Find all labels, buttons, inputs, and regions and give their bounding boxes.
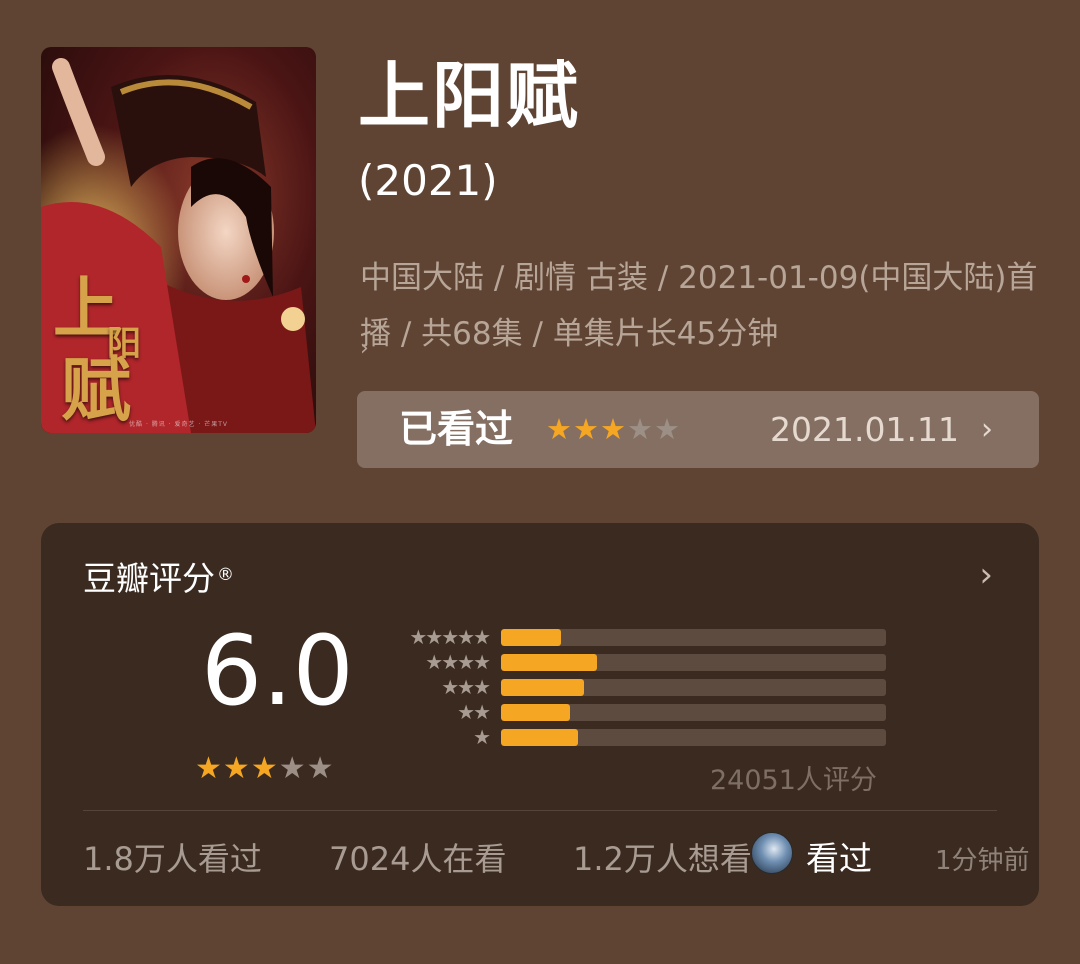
stat-want[interactable]: 1.2万人想看 <box>573 837 752 881</box>
movie-title: 上阳赋 <box>358 54 581 138</box>
distribution-bar-track <box>501 654 886 671</box>
distribution-stars-label: ★★★ <box>441 675 491 699</box>
star-icon: ★ <box>654 412 681 446</box>
distribution-bar-fill <box>501 629 561 646</box>
registered-mark: ® <box>217 565 234 585</box>
movie-year: (2021) <box>358 156 498 205</box>
watched-date: 2021.01.11 <box>770 410 959 449</box>
distribution-stars-label: ★★ <box>457 700 491 724</box>
rating-distribution: ★★★★★ ★★★★ ★★★ ★★ ★ <box>387 625 887 750</box>
star-icon: ★ <box>222 751 251 786</box>
distribution-row: ★★★★★ <box>387 625 887 650</box>
distribution-bar-fill <box>501 679 584 696</box>
poster-calligraphy-title: 上 阳 赋 <box>53 269 141 431</box>
watched-status-bar[interactable]: 已看过 ★★★★★ 2021.01.11 › <box>357 391 1039 468</box>
douban-rating-card[interactable]: 豆瓣评分 ® › 6.0 ★★★★★ ★★★★★ ★★★★ ★★★ ★★ ★ 24… <box>41 523 1039 906</box>
distribution-stars-label: ★ <box>473 725 491 749</box>
distribution-row: ★★★ <box>387 675 887 700</box>
rating-card-title: 豆瓣评分 ® <box>83 559 234 598</box>
star-icon: ★ <box>250 751 279 786</box>
chevron-right-icon: › <box>981 412 993 447</box>
distribution-row: ★★ <box>387 700 887 725</box>
star-icon: ★ <box>600 412 627 446</box>
stat-watching[interactable]: 7024人在看 <box>329 837 506 881</box>
rating-score: 6.0 <box>201 615 354 727</box>
star-icon: ★ <box>306 751 335 786</box>
score-stars: ★★★★★ <box>195 751 335 786</box>
avatar <box>751 832 793 874</box>
poster-credits: 优酷 · 腾讯 · 爱奇艺 · 芒果TV <box>129 421 228 428</box>
activity-label: 看过 <box>806 839 872 878</box>
distribution-bar-track <box>501 704 886 721</box>
distribution-row: ★ <box>387 725 887 750</box>
star-icon: ★ <box>278 751 307 786</box>
distribution-bar-fill <box>501 704 571 721</box>
distribution-bar-track <box>501 679 886 696</box>
star-icon: ★ <box>573 412 600 446</box>
movie-meta[interactable]: 中国大陆 / 剧情 古装 / 2021-01-09(中国大陆)首播 / 共68集… <box>360 250 1040 362</box>
distribution-bar-fill <box>501 729 578 746</box>
chevron-right-icon[interactable]: › <box>979 555 993 595</box>
user-rating-stars[interactable]: ★★★★★ <box>546 391 681 468</box>
stats-row: 1.8万人看过 7024人在看 1.2万人想看 看过 1分钟前 <box>83 832 1030 881</box>
poster-image[interactable]: 上 阳 赋 优酷 · 腾讯 · 爱奇艺 · 芒果TV <box>41 47 316 433</box>
distribution-stars-label: ★★★★★ <box>409 625 491 649</box>
stat-watched[interactable]: 1.8万人看过 <box>83 837 262 881</box>
watched-label: 已看过 <box>399 407 514 451</box>
distribution-bar-fill <box>501 654 598 671</box>
distribution-row: ★★★★ <box>387 650 887 675</box>
distribution-bar-track <box>501 729 886 746</box>
star-icon: ★ <box>546 412 573 446</box>
star-icon: ★ <box>195 751 223 786</box>
divider <box>83 810 997 811</box>
distribution-stars-label: ★★★★ <box>425 650 491 674</box>
star-icon: ★ <box>627 412 654 446</box>
chevron-right-icon[interactable]: › <box>360 338 369 360</box>
distribution-bar-track <box>501 629 886 646</box>
activity-time: 1分钟前 <box>935 846 1030 876</box>
rating-count: 24051人评分 <box>710 765 877 796</box>
